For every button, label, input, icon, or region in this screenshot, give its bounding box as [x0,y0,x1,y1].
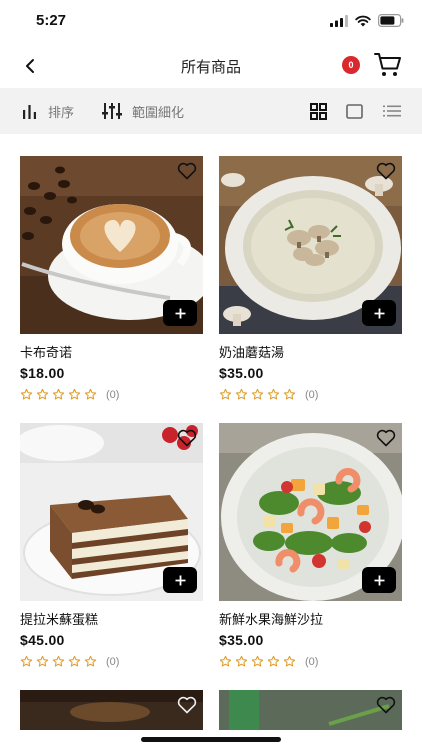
plus-icon [175,308,185,318]
star-icon [267,655,280,667]
filter-label: 範圍細化 [132,105,185,121]
product-image-partial[interactable] [20,690,203,730]
product-price: $18.00 [20,365,65,381]
filter-toolbar: 排序 範圍細化 [0,88,422,134]
product-name[interactable]: 新鮮水果海鮮沙拉 [219,609,402,628]
heart-icon[interactable] [376,696,396,714]
cellular-signal-icon [330,14,348,27]
star-icon [251,655,264,667]
grid-view-button[interactable] [308,101,328,121]
sort-button[interactable]: 排序 [22,88,74,134]
plus-icon [175,575,185,585]
star-icon [20,388,33,400]
star-icon [283,388,296,400]
product-price: $45.00 [20,632,65,648]
star-icon [84,655,97,667]
rating-count: (0) [106,388,120,401]
star-icon [235,388,248,400]
product-image-seafood-salad[interactable] [219,423,402,601]
list-view-button[interactable] [382,101,402,121]
rating-count: (0) [305,655,319,668]
sort-label: 排序 [48,105,75,121]
battery-icon [378,14,404,27]
star-icon [283,655,296,667]
product-price: $35.00 [219,632,264,648]
star-icon [251,388,264,400]
square-icon [345,103,363,119]
star-icon [84,388,97,400]
product-rating[interactable]: (0) [219,388,402,401]
plus-icon [374,308,384,318]
list-icon [383,105,401,117]
product-rating[interactable]: (0) [219,655,402,668]
heart-icon[interactable] [177,429,197,447]
product-card[interactable] [20,690,203,730]
star-icon [20,655,33,667]
star-icon [235,655,248,667]
product-name[interactable]: 提拉米蘇蛋糕 [20,609,203,628]
status-icons [330,14,404,27]
product-name[interactable]: 奶油蘑菇湯 [219,342,402,361]
add-to-cart-button[interactable] [163,300,197,326]
rating-count: (0) [106,655,120,668]
product-card[interactable]: 卡布奇诺 $18.00 (0) [20,156,203,401]
cart-button[interactable]: 0 [342,52,402,80]
add-to-cart-button[interactable] [362,300,396,326]
star-icon [36,655,49,667]
product-image-mushroom-soup[interactable] [219,156,402,334]
product-image-partial[interactable] [219,690,402,730]
rating-count: (0) [305,388,319,401]
grid-icon [309,102,327,120]
star-icon [219,388,232,400]
nav-bar: 所有商品 0 [0,44,422,88]
heart-icon[interactable] [177,696,197,714]
home-indicator[interactable] [141,737,281,742]
product-image-cappuccino[interactable] [20,156,203,334]
star-icon [52,388,65,400]
partial-product-illustration [20,690,203,730]
status-bar: 5:27 [0,0,422,44]
star-icon [219,655,232,667]
product-rating[interactable]: (0) [20,655,203,668]
cart-count-badge: 0 [342,56,360,74]
wifi-icon [355,15,371,26]
sliders-icon [102,103,122,119]
heart-icon[interactable] [376,429,396,447]
product-card[interactable]: 奶油蘑菇湯 $35.00 (0) [219,156,402,401]
plus-icon [374,575,384,585]
product-card[interactable]: 新鮮水果海鮮沙拉 $35.00 (0) [219,423,402,668]
single-view-button[interactable] [344,101,364,121]
product-image-tiramisu[interactable] [20,423,203,601]
star-icon [68,388,81,400]
star-icon [36,388,49,400]
filter-button[interactable]: 範圍細化 [102,88,184,134]
add-to-cart-button[interactable] [163,567,197,593]
product-price: $35.00 [219,365,264,381]
partial-product-illustration [219,690,402,730]
bar-chart-icon [23,105,36,119]
star-icon [267,388,280,400]
star-icon [68,655,81,667]
heart-icon[interactable] [177,162,197,180]
status-time: 5:27 [36,12,67,29]
shopping-cart-icon [374,53,401,76]
star-icon [52,655,65,667]
add-to-cart-button[interactable] [362,567,396,593]
product-card[interactable]: 提拉米蘇蛋糕 $45.00 (0) [20,423,203,668]
heart-icon[interactable] [376,162,396,180]
product-card[interactable] [219,690,402,730]
product-name[interactable]: 卡布奇诺 [20,342,203,361]
product-rating[interactable]: (0) [20,388,203,401]
